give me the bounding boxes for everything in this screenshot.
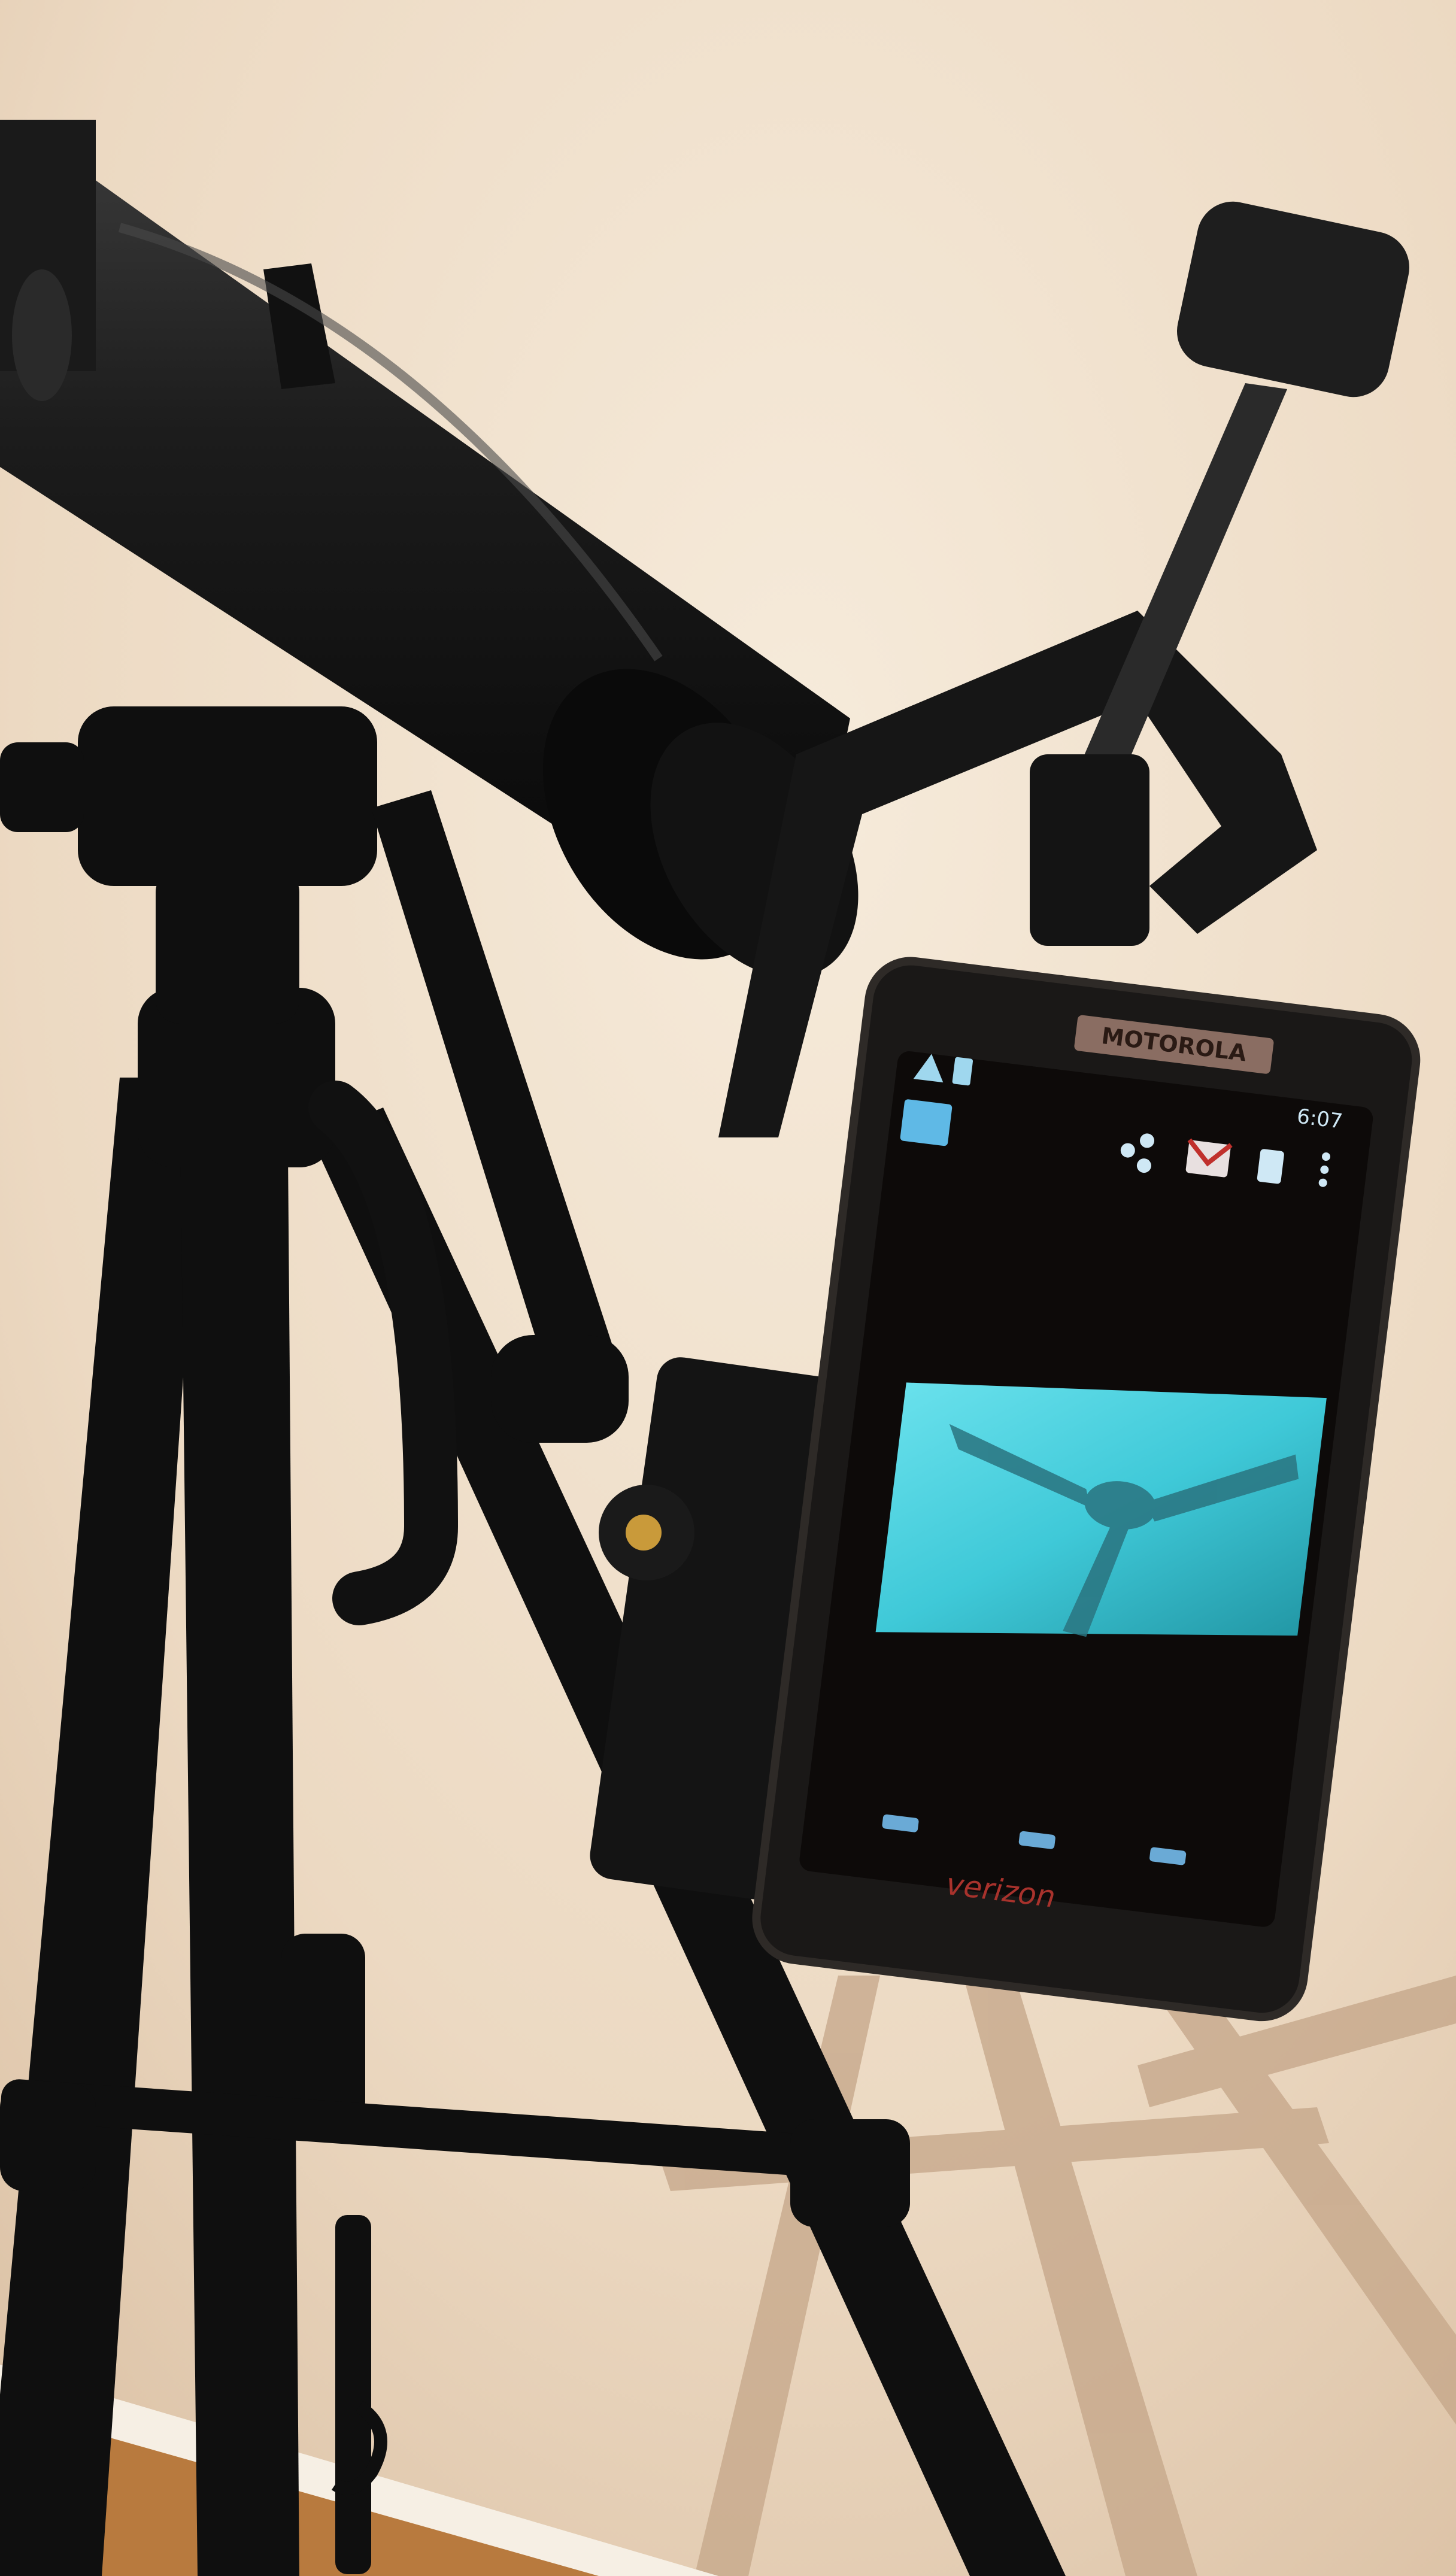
sim-icon bbox=[952, 1057, 973, 1086]
trash-icon[interactable] bbox=[1257, 1149, 1284, 1184]
mount-screw bbox=[626, 1515, 662, 1551]
phone: MOTOROLA 6:07 verizon bbox=[752, 957, 1421, 2022]
gallery-icon[interactable] bbox=[900, 1099, 953, 1146]
photo-scene: MOTOROLA 6:07 verizon bbox=[0, 0, 1456, 2576]
